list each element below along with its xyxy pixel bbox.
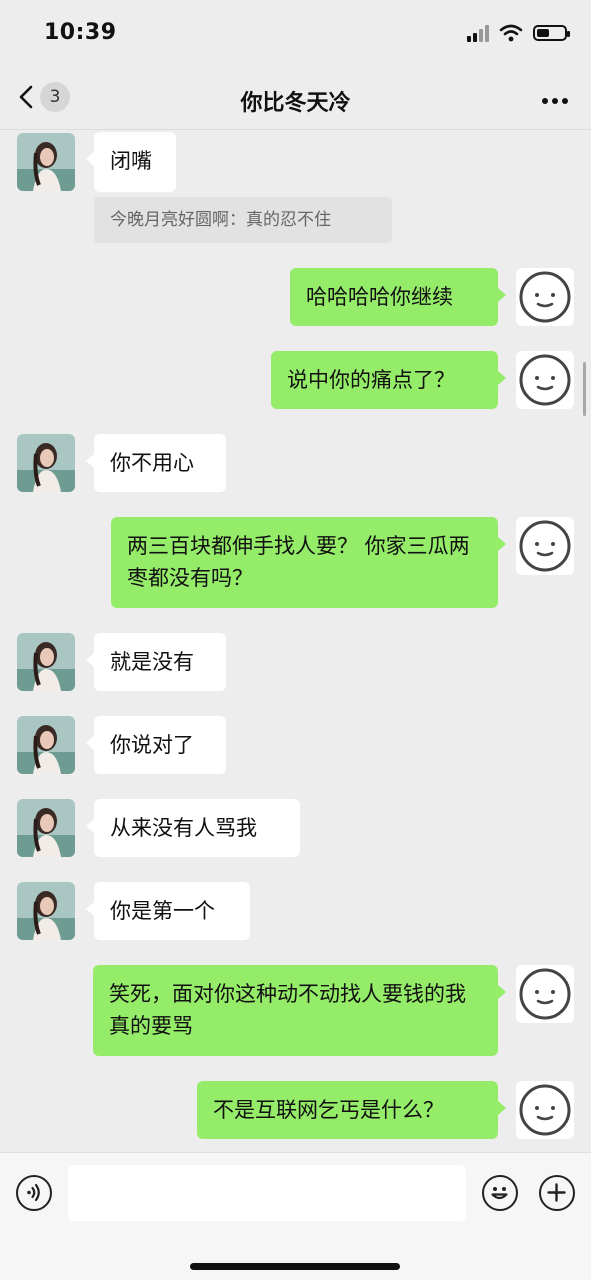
more-dots-icon xyxy=(542,98,568,104)
message-bubble[interactable]: 从来没有人骂我 xyxy=(86,799,300,857)
status-time: 10:39 xyxy=(44,20,117,45)
message-bubble[interactable]: 你是第一个 xyxy=(86,882,250,940)
message-bubble[interactable]: 你说对了 xyxy=(86,716,226,774)
message-input[interactable] xyxy=(68,1165,466,1221)
chat-title: 你比冬天冷 xyxy=(240,91,351,116)
contact-avatar[interactable] xyxy=(17,716,75,774)
my-avatar[interactable] xyxy=(516,517,574,575)
message-bubble[interactable]: 说中你的痛点了？ xyxy=(271,351,506,409)
contact-avatar[interactable] xyxy=(17,133,75,191)
status-bar: 10:39 xyxy=(0,0,591,70)
quoted-message[interactable]: 今晚月亮好圆啊：真的忍不住 xyxy=(94,197,392,243)
my-avatar[interactable] xyxy=(516,268,574,326)
my-avatar[interactable] xyxy=(516,351,574,409)
voice-button[interactable] xyxy=(16,1175,52,1211)
more-button[interactable] xyxy=(541,90,569,109)
chat-header: 3 你比冬天冷 xyxy=(0,70,591,130)
contact-avatar[interactable] xyxy=(17,882,75,940)
scrollbar[interactable] xyxy=(583,362,586,416)
message-bubble[interactable]: 就是没有 xyxy=(86,633,226,691)
message-bubble[interactable]: 两三百块都伸手找人要？ 你家三瓜两枣都没有吗？ xyxy=(111,517,506,608)
battery-icon xyxy=(533,25,570,41)
add-button[interactable] xyxy=(539,1175,575,1211)
message-bubble[interactable]: 闭嘴 xyxy=(86,132,176,192)
contact-avatar[interactable] xyxy=(17,633,75,691)
home-indicator[interactable] xyxy=(190,1263,400,1270)
add-icon xyxy=(547,1183,566,1202)
my-avatar[interactable] xyxy=(516,965,574,1023)
cellular-signal-icon xyxy=(467,24,489,42)
smiley-face-icon xyxy=(519,354,571,406)
input-bar xyxy=(0,1152,591,1280)
smiley-face-icon xyxy=(519,1084,571,1136)
smiley-face-icon xyxy=(519,520,571,572)
smiley-face-icon xyxy=(519,271,571,323)
contact-avatar[interactable] xyxy=(17,799,75,857)
smiley-face-icon xyxy=(519,968,571,1020)
message-bubble[interactable]: 笑死，面对你这种动不动找人要钱的我真的要骂 xyxy=(93,965,506,1056)
emoji-icon xyxy=(491,1187,508,1200)
voice-icon xyxy=(27,1183,40,1202)
status-icons xyxy=(467,24,570,42)
wifi-icon xyxy=(499,24,523,42)
my-avatar[interactable] xyxy=(516,1081,574,1139)
message-bubble[interactable]: 哈哈哈哈你继续 xyxy=(290,268,506,326)
message-bubble[interactable]: 你不用心 xyxy=(86,434,226,492)
emoji-button[interactable] xyxy=(482,1175,518,1211)
message-bubble[interactable]: 不是互联网乞丐是什么？ xyxy=(197,1081,506,1139)
contact-avatar[interactable] xyxy=(17,434,75,492)
